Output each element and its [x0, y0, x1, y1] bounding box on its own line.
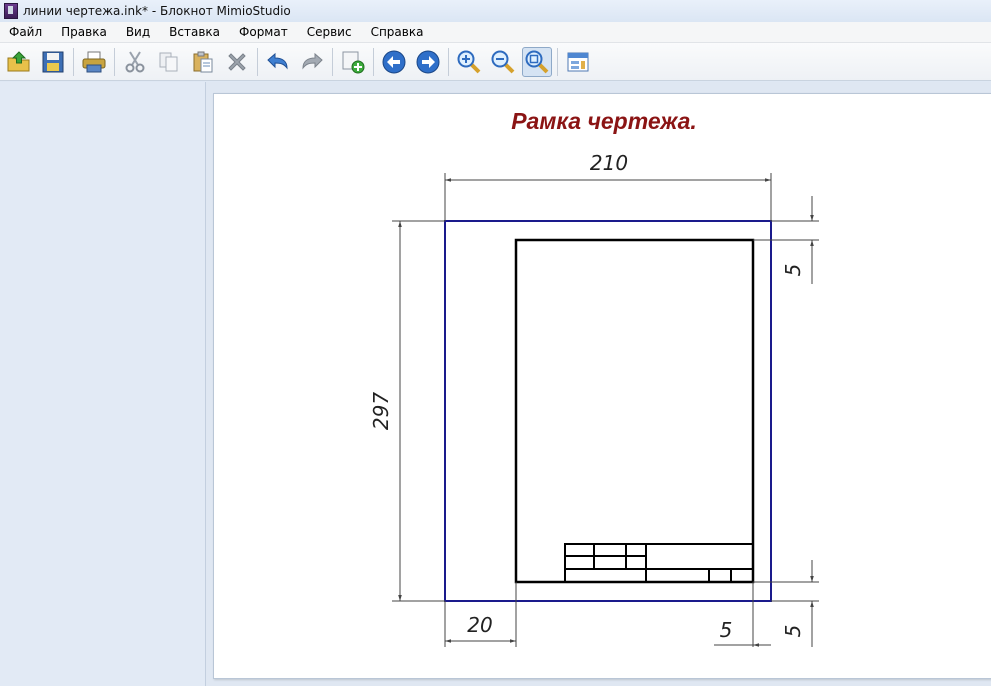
save-button[interactable] [38, 47, 68, 77]
toolbar-separator [557, 47, 558, 76]
previous-page-icon [382, 50, 406, 73]
notebook-page[interactable]: Рамка чертежа. 210 297 20 5 5 5 [213, 93, 991, 679]
delete-icon [228, 52, 246, 71]
next-page-icon [416, 50, 440, 73]
copy-icon [159, 52, 178, 71]
save-icon [42, 51, 64, 72]
menu-file[interactable]: Файл [0, 25, 52, 39]
undo-icon [267, 52, 288, 70]
next-page-button[interactable] [413, 47, 443, 77]
undo-button[interactable] [263, 47, 293, 77]
title-block [564, 543, 754, 583]
page-sorter-sidebar[interactable] [0, 82, 206, 686]
left-margin-label: 20 [467, 613, 492, 637]
menu-format[interactable]: Формат [230, 25, 298, 39]
print-icon [82, 51, 106, 72]
menu-insert[interactable]: Вставка [160, 25, 230, 39]
zoom-out-button[interactable] [488, 47, 518, 77]
copy-button[interactable] [154, 47, 184, 77]
width-dimension-label: 210 [590, 151, 628, 175]
toolbar-separator [373, 47, 374, 76]
drawing-frame-diagram: Рамка чертежа. 210 297 20 5 5 5 [369, 108, 819, 647]
menu-edit[interactable]: Правка [52, 25, 117, 39]
menu-help[interactable]: Справка [362, 25, 434, 39]
redo-button[interactable] [297, 47, 327, 77]
cut-icon [125, 50, 145, 72]
window-title: линии чертежа.ink* - Блокнот MimioStudio [23, 4, 291, 18]
dimension-lines [392, 173, 819, 647]
zoom-fit-icon [525, 50, 549, 73]
gallery-button[interactable] [563, 47, 593, 77]
page-title: Рамка чертежа. [511, 108, 697, 134]
previous-page-button[interactable] [379, 47, 409, 77]
menu-tools[interactable]: Сервис [298, 25, 362, 39]
drawing-frame [514, 238, 755, 584]
open-icon [7, 50, 30, 71]
app-icon [4, 3, 18, 19]
print-button[interactable] [79, 47, 109, 77]
add-page-icon [342, 51, 365, 73]
menu-bar: Файл Правка Вид Вставка Формат Сервис Сп… [0, 22, 991, 43]
zoom-out-icon [491, 50, 515, 73]
top-margin-label: 5 [781, 264, 805, 277]
zoom-fit-button[interactable] [522, 46, 552, 77]
toolbar-separator [332, 47, 333, 76]
title-bar: линии чертежа.ink* - Блокнот MimioStudio [0, 0, 991, 22]
menu-view[interactable]: Вид [117, 25, 160, 39]
delete-button[interactable] [222, 47, 252, 77]
toolbar [0, 43, 991, 81]
toolbar-separator [73, 47, 74, 76]
open-button[interactable] [4, 47, 34, 77]
toolbar-separator [114, 47, 115, 76]
zoom-in-button[interactable] [454, 47, 484, 77]
right-margin-label: 5 [720, 618, 733, 642]
toolbar-separator [448, 47, 449, 76]
gallery-icon [567, 52, 589, 71]
redo-icon [302, 52, 323, 70]
zoom-in-icon [457, 50, 481, 73]
add-page-button[interactable] [338, 47, 368, 77]
cut-button[interactable] [120, 47, 150, 77]
toolbar-separator [257, 47, 258, 76]
paste-button[interactable] [188, 47, 218, 77]
paste-icon [193, 51, 213, 72]
bottom-margin-label: 5 [781, 625, 805, 638]
height-dimension-label: 297 [369, 392, 393, 430]
